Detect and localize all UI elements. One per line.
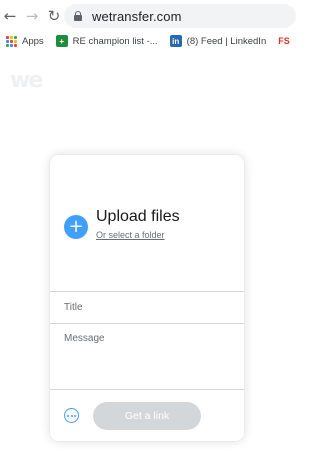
bookmark-fs[interactable]: FS Fo	[278, 35, 290, 47]
lock-icon	[74, 11, 82, 21]
arrow-right-icon[interactable]: →	[24, 6, 40, 26]
bookmark-label: Apps	[22, 35, 44, 47]
message-field[interactable]	[50, 323, 244, 389]
address-bar[interactable]: wetransfer.com	[64, 4, 296, 28]
message-input[interactable]	[50, 324, 244, 389]
apps-grid-icon	[6, 35, 17, 47]
title-field[interactable]	[50, 291, 244, 323]
browser-toolbar: ← → ↻ wetransfer.com	[0, 0, 296, 31]
page-content: we + Upload files Or select a folder Get…	[0, 51, 290, 473]
apps-grid-dot	[10, 39, 13, 43]
bookmark-label: RE champion list -...	[72, 35, 158, 47]
apps-grid-dot	[10, 43, 13, 47]
apps-grid-dot	[14, 35, 17, 39]
fs-icon: FS	[278, 36, 290, 46]
arrow-left-icon[interactable]: ←	[2, 6, 18, 26]
bookmark-re-champion-list[interactable]: + RE champion list -...	[55, 35, 158, 47]
get-link-button[interactable]: Get a link	[93, 402, 201, 430]
upload-files-title[interactable]: Upload files	[96, 208, 180, 226]
apps-grid-dot	[6, 35, 9, 39]
url-text[interactable]: wetransfer.com	[92, 9, 182, 24]
title-input[interactable]	[50, 292, 244, 323]
select-folder-link[interactable]: Or select a folder	[96, 230, 165, 240]
bookmark-linkedin[interactable]: in (8) Feed | LinkedIn	[169, 35, 267, 47]
plus-icon[interactable]: +	[64, 215, 88, 239]
apps-grid-dot	[10, 35, 13, 39]
sheets-icon: +	[55, 35, 68, 47]
apps-grid-dot	[14, 39, 17, 43]
upload-area[interactable]: + Upload files Or select a folder	[50, 155, 244, 291]
bookmark-apps[interactable]: Apps	[6, 35, 44, 47]
reload-icon[interactable]: ↻	[46, 6, 62, 26]
apps-grid-dot	[14, 43, 17, 47]
upload-panel: + Upload files Or select a folder Get a …	[50, 155, 244, 441]
panel-footer: Get a link	[50, 389, 244, 441]
bookmarks-bar: Apps + RE champion list -... in (8) Feed…	[0, 31, 290, 51]
apps-grid-dot	[6, 39, 9, 43]
wetransfer-logo[interactable]: we	[10, 68, 43, 93]
apps-grid-dot	[6, 43, 9, 47]
ellipsis-icon[interactable]	[64, 408, 79, 423]
linkedin-icon: in	[169, 35, 182, 47]
bookmark-label: (8) Feed | LinkedIn	[186, 35, 267, 47]
